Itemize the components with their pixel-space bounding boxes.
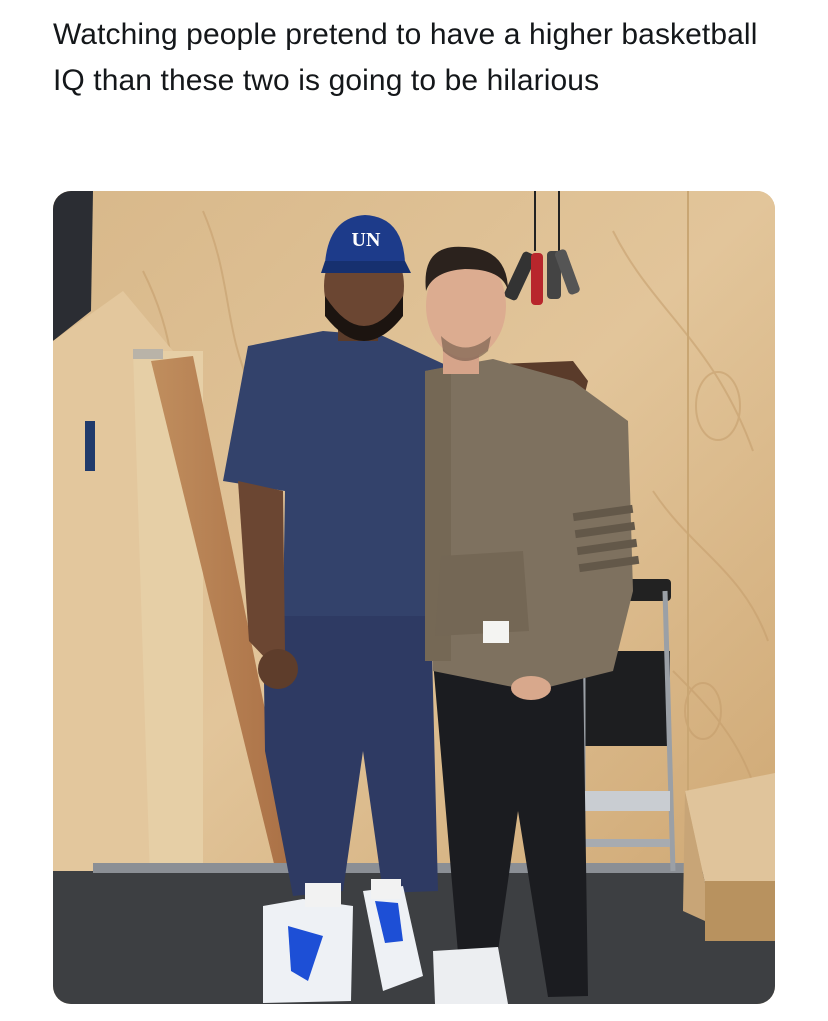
post-photo[interactable]: UN [53,191,775,1004]
hoodie-label [483,621,509,643]
hoodie [425,359,633,691]
sneaker-white [433,947,508,1004]
blue-tape [85,421,95,471]
cap-logo: UN [352,229,381,251]
post-text: Watching people pretend to have a higher… [53,18,758,97]
wooden-box [683,773,775,941]
